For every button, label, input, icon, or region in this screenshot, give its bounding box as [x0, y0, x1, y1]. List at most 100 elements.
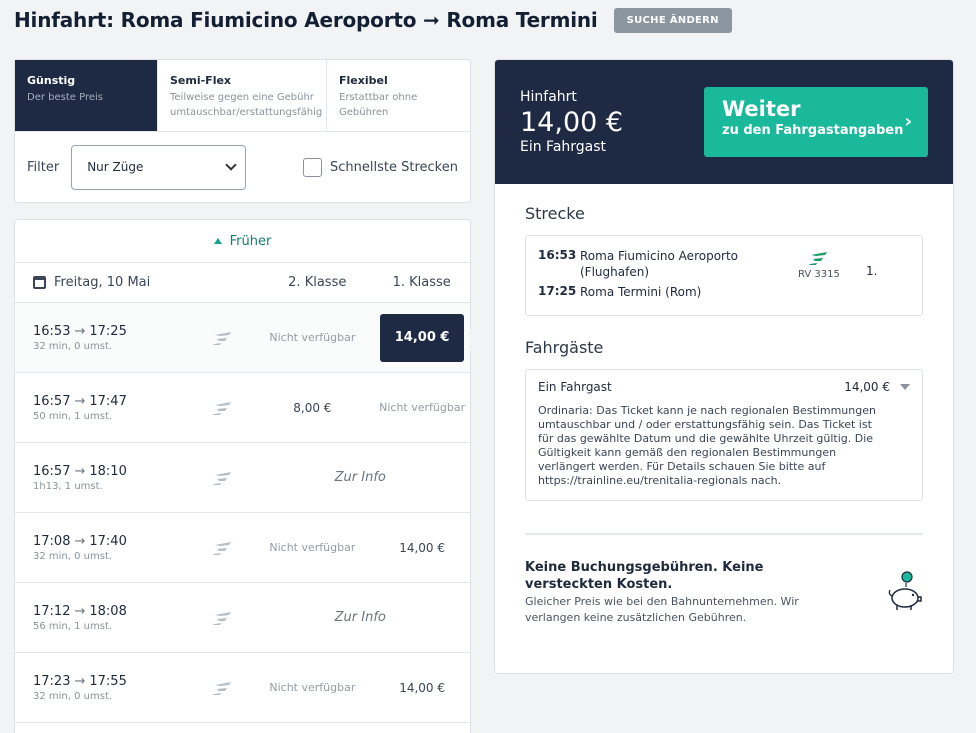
tab-guenstig[interactable]: Günstig Der beste Preis [15, 60, 158, 131]
second-class-price: Nicht verfügbar [269, 681, 356, 694]
passenger-header[interactable]: Ein Fahrgast 14,00 € [538, 380, 910, 394]
earlier-label: Früher [229, 233, 272, 249]
departure-time: 17:08 [33, 533, 71, 549]
tab-title: Flexibel [339, 74, 388, 87]
journey-row[interactable]: 16:57 → 18:10 1h13, 1 umst. Zur Info [15, 443, 470, 513]
arrival-time: 18:08 [89, 603, 127, 619]
journey-duration: 32 min, 0 umst. [33, 550, 113, 562]
filter-select[interactable]: Nur Züge [71, 144, 247, 190]
selection-pointer [470, 329, 482, 351]
earlier-button[interactable]: Früher [15, 220, 470, 263]
departure-time: 16:53 [33, 323, 71, 339]
second-class-price-button[interactable]: 8,00 € [251, 401, 375, 415]
train-info: RV 3315 [798, 250, 840, 280]
journey-times: 16:53 → 17:25 32 min, 0 umst. [15, 324, 195, 352]
no-fees-text-block: Keine Buchungsgebühren. Keine versteckte… [525, 559, 855, 626]
piggy-bank-icon [887, 569, 923, 626]
departure-time: 16:57 [33, 393, 71, 409]
journey-row[interactable]: 17:08 → 17:40 32 min, 0 umst. Nicht verfüg… [15, 513, 470, 583]
passenger-price: 14,00 € [844, 380, 890, 394]
summary-header: Hinfahrt 14,00 € Ein Fahrgast Weiter zu … [495, 60, 953, 184]
tab-semi-flex[interactable]: Semi-Flex Teilweise gegen eine Gebühr um… [158, 60, 327, 131]
trenitalia-logo-icon [195, 540, 251, 556]
tab-subtitle: Teilweise gegen eine Gebühr umtauschbar/… [170, 92, 323, 118]
first-class-price-button[interactable]: 14,00 € [380, 313, 465, 362]
passenger-box: Ein Fahrgast 14,00 € Ordinaria: Das Tick… [525, 369, 923, 501]
arrival-time: 17:47 [89, 393, 127, 409]
journey-row[interactable]: 17:12 → 18:08 56 min, 1 umst. Zur Info [15, 583, 470, 653]
journey-duration: 56 min, 1 umst. [33, 620, 113, 632]
no-fees-heading: Keine Buchungsgebühren. Keine versteckte… [525, 560, 764, 592]
first-class-price: Nicht verfügbar [379, 401, 466, 414]
divider [525, 533, 923, 535]
route-arrival: 17:25 Roma Termini (Rom) [538, 284, 910, 300]
route-arrival-time: 17:25 [538, 284, 577, 298]
tab-subtitle: Der beste Preis [27, 92, 103, 103]
continue-sublabel: zu den Fahrgastangaben [722, 123, 904, 138]
journey-duration: 32 min, 0 umst. [33, 690, 113, 702]
travel-class: 1. [866, 264, 878, 278]
passenger-name: Ein Fahrgast [538, 380, 612, 394]
journey-row[interactable]: 17:23 → 17:55 32 min, 0 umst. Nicht verfüg… [15, 653, 470, 723]
journey-row[interactable]: 16:53 → 17:25 32 min, 0 umst. Nicht verfüg… [15, 303, 470, 373]
change-search-button[interactable]: SUCHE ÄNDERN [613, 7, 732, 33]
fastest-routes-label: Schnellste Strecken [330, 159, 458, 175]
arrow-icon: → [74, 323, 86, 339]
no-fees-section: Keine Buchungsgebühren. Keine versteckte… [525, 559, 923, 626]
tab-title: Günstig [27, 74, 76, 87]
trenitalia-logo-icon [195, 610, 251, 626]
arrival-time: 17:40 [89, 533, 127, 549]
first-class-price-button[interactable]: 14,00 € [374, 681, 470, 695]
page: Hinfahrt: Roma Fiumicino Aeroporto ➞ Rom… [0, 0, 976, 733]
summary-amount: 14,00 € [520, 107, 624, 138]
journey-duration: 50 min, 1 umst. [33, 410, 113, 422]
tab-title: Semi-Flex [170, 74, 232, 87]
booking-summary-panel: Hinfahrt 14,00 € Ein Fahrgast Weiter zu … [494, 59, 954, 674]
info-only-label: Zur Info [334, 470, 386, 485]
first-class-cell: 14,00 € [374, 313, 470, 362]
summary-direction: Hinfahrt [520, 89, 577, 105]
journey-times: 16:57 → 18:10 1h13, 1 umst. [15, 464, 195, 492]
journey-times: 16:57 → 17:47 50 min, 1 umst. [15, 394, 195, 422]
trenitalia-logo-icon [195, 330, 251, 346]
fastest-routes-toggle[interactable]: Schnellste Strecken [303, 157, 458, 177]
continue-button[interactable]: Weiter zu den Fahrgastangaben › [704, 87, 928, 157]
journey-duration: 1h13, 1 umst. [33, 480, 103, 492]
summary-price-block: Hinfahrt 14,00 € Ein Fahrgast [520, 89, 623, 155]
route-box: 16:53 Roma Fiumicino Aeroporto (Flughafe… [525, 235, 923, 316]
arrival-time: 18:10 [89, 463, 127, 479]
trenitalia-logo-icon [195, 400, 251, 416]
fastest-routes-checkbox[interactable] [303, 157, 323, 177]
arrow-icon: → [74, 393, 86, 409]
filter-select-value: Nur Züge [87, 160, 144, 174]
info-only-label: Zur Info [334, 610, 386, 625]
trenitalia-logo-icon [808, 252, 827, 265]
caret-down-icon[interactable] [900, 384, 910, 390]
arrow-icon: → [74, 463, 86, 479]
date-header: Freitag, 10 Mai [33, 275, 261, 290]
journey-times: 17:08 → 17:40 32 min, 0 umst. [15, 534, 195, 562]
second-class-price: Nicht verfügbar [269, 331, 356, 344]
fare-tabs: Günstig Der beste Preis Semi-Flex Teilwe… [15, 60, 470, 132]
summary-passengers: Ein Fahrgast [520, 139, 607, 155]
arrow-icon: → [74, 603, 86, 619]
page-title: Hinfahrt: Roma Fiumicino Aeroporto ➞ Rom… [14, 8, 598, 32]
calendar-icon [33, 276, 46, 289]
arrow-icon: → [74, 673, 86, 689]
first-class-header: 1. Klasse [392, 275, 451, 290]
train-number: RV 3315 [798, 269, 840, 280]
passengers-title: Fahrgäste [525, 338, 604, 357]
chevron-down-icon [225, 159, 237, 171]
route-arrival-station: Roma Termini (Rom) [580, 285, 702, 299]
tab-flexibel[interactable]: Flexibel Erstattbar ohne Gebühren [327, 60, 470, 131]
journey-times: 17:12 → 18:08 56 min, 1 umst. [15, 604, 195, 632]
arrival-time: 17:25 [89, 323, 127, 339]
filter-row: Filter Nur Züge Schnellste Strecken [15, 132, 470, 202]
header: Hinfahrt: Roma Fiumicino Aeroporto ➞ Rom… [14, 4, 732, 36]
journey-row[interactable]: 16:57 → 17:47 50 min, 1 umst. 8,00 € Nicht… [15, 373, 470, 443]
journey-list: Früher Freitag, 10 Mai 2. Klasse 1. Klas… [14, 219, 471, 733]
route-title: Strecke [525, 204, 585, 223]
filter-label: Filter [27, 159, 60, 175]
first-class-price-button[interactable]: 14,00 € [374, 541, 470, 555]
tab-subtitle: Erstattbar ohne Gebühren [339, 92, 418, 118]
